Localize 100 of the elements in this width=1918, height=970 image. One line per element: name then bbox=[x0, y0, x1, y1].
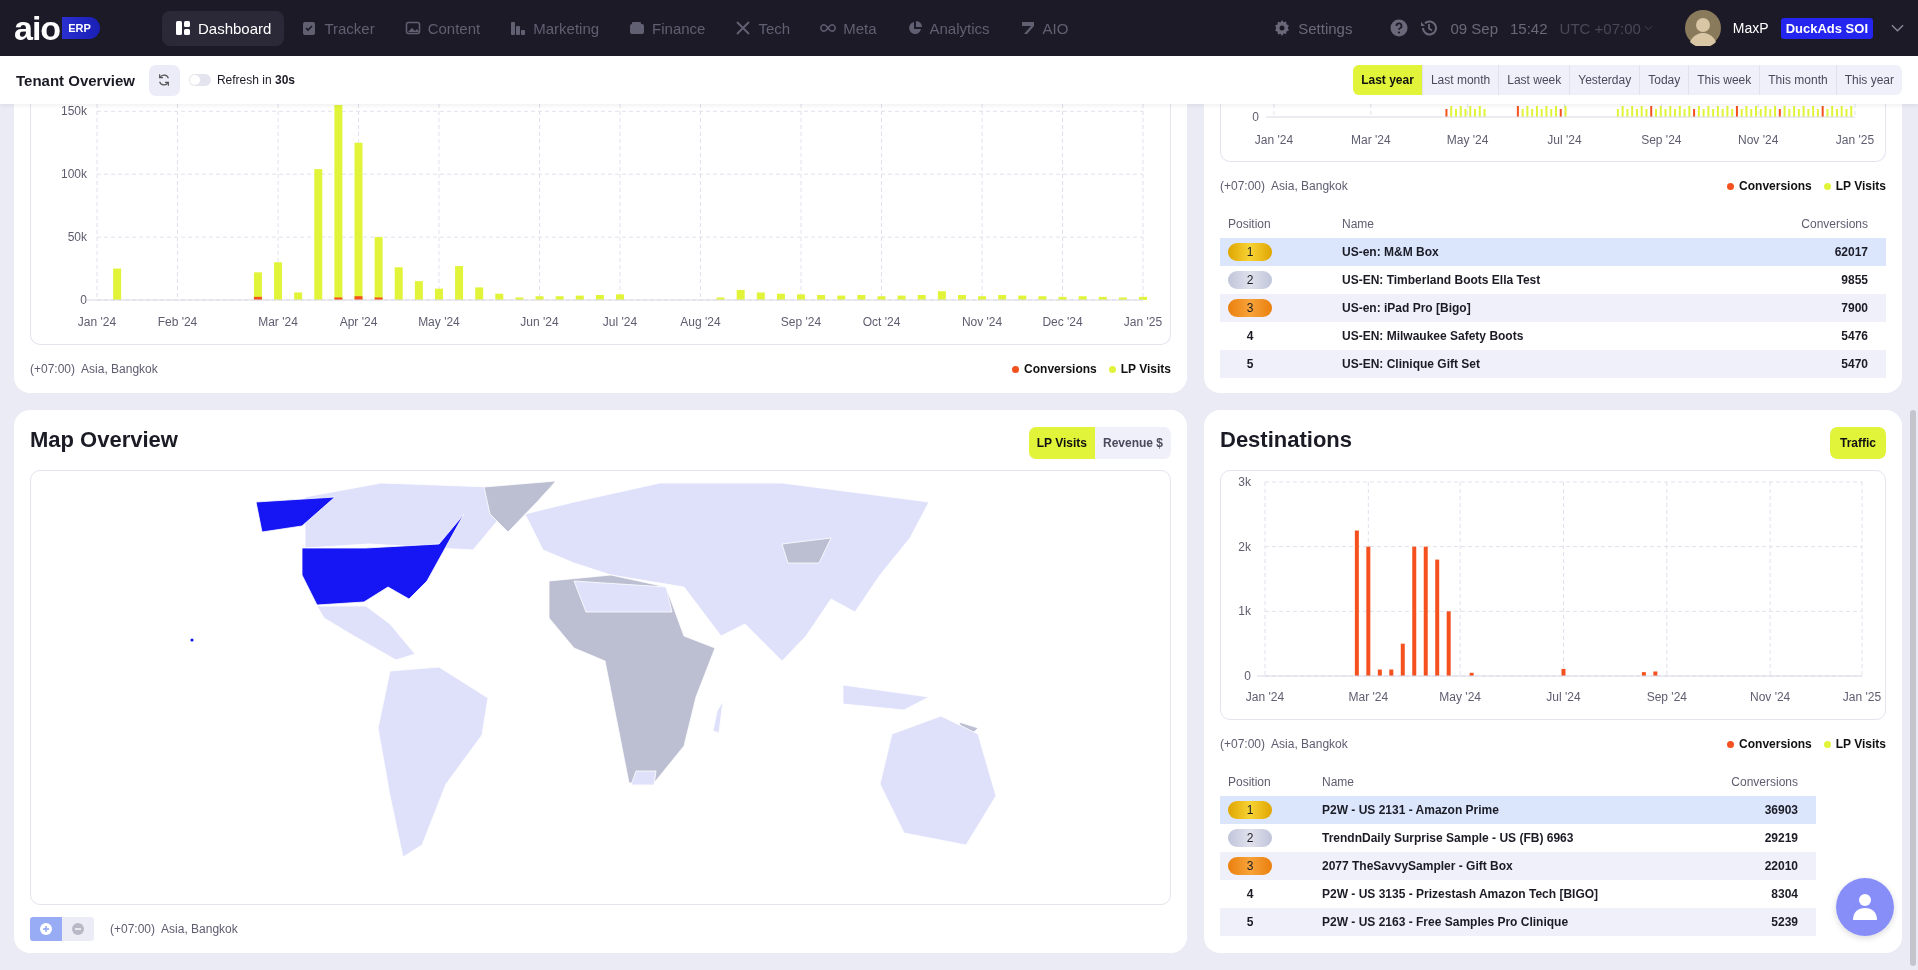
table-row[interactable]: 3 US-en: iPad Pro [Bigo] 7900 bbox=[1220, 294, 1886, 322]
offer-name: US-EN: Milwaukee Safety Boots bbox=[1342, 329, 1525, 343]
legend-label[interactable]: Conversions bbox=[1739, 179, 1812, 193]
y-axis-label: 1k bbox=[1238, 604, 1251, 619]
x-axis-label: Mar '24 bbox=[1348, 690, 1389, 704]
x-axis-label: Sep '24 bbox=[1646, 690, 1687, 704]
user-name: MaxP bbox=[1732, 20, 1769, 36]
x-axis-label: Jul '24 bbox=[1547, 133, 1582, 147]
x-axis-label: Jan '24 bbox=[1254, 133, 1294, 147]
offer-name: US-EN: Timberland Boots Ella Test bbox=[1342, 273, 1542, 287]
card-title: Destinations bbox=[1220, 427, 1353, 453]
logo[interactable]: aio bbox=[14, 11, 61, 45]
x-axis-label: Nov '24 bbox=[1738, 133, 1779, 147]
table-row[interactable]: 3 2077 TheSavvySampler - Gift Box 22010 bbox=[1220, 852, 1816, 880]
destination-name: TrendnDaily Surprise Sample - US (FB) 6963 bbox=[1322, 831, 1575, 845]
conversions-value: 29219 bbox=[1764, 831, 1798, 845]
refresh-countdown: Refresh in 30s bbox=[216, 73, 295, 87]
timezone-offset: (+07:00) bbox=[30, 362, 76, 376]
x-axis-label: May '24 bbox=[1446, 133, 1489, 147]
rank-number: 4 bbox=[1245, 886, 1255, 903]
legend-label[interactable]: LP Visits bbox=[1835, 737, 1886, 751]
column-header: Position bbox=[1227, 775, 1272, 789]
conversions-value: 22010 bbox=[1764, 859, 1798, 873]
timezone-location: Asia, Bangkok bbox=[81, 362, 158, 376]
table-row[interactable]: 1 P2W - US 2131 - Amazon Prime 36903 bbox=[1220, 796, 1816, 824]
x-axis-label: May '24 bbox=[418, 315, 460, 329]
table-row[interactable]: 1 US-en: M&M Box 62017 bbox=[1220, 238, 1886, 266]
date-range-tab[interactable]: Yesterday bbox=[1569, 65, 1640, 95]
x-axis-label: Dec '24 bbox=[1042, 315, 1083, 329]
date-range-tab[interactable]: This year bbox=[1835, 65, 1902, 95]
rank-number: 5 bbox=[1245, 914, 1255, 931]
x-axis-label: Sep '24 bbox=[1641, 133, 1682, 147]
table-row[interactable]: 5 US-EN: Clinique Gift Set 5470 bbox=[1220, 350, 1886, 378]
rank-badge: 1 bbox=[1228, 801, 1272, 819]
offer-name: US-EN: Clinique Gift Set bbox=[1342, 357, 1481, 371]
x-axis-label: Apr '24 bbox=[339, 315, 378, 329]
x-axis-label: Mar '24 bbox=[1351, 133, 1391, 147]
y-axis-label: 3k bbox=[1238, 475, 1251, 489]
conversions-value: 9855 bbox=[1841, 273, 1868, 287]
destination-name: P2W - US 2163 - Free Samples Pro Clinique bbox=[1322, 915, 1570, 929]
table-row[interactable]: 4 US-EN: Milwaukee Safety Boots 5476 bbox=[1220, 322, 1886, 350]
y-axis-label: 100k bbox=[60, 167, 87, 182]
y-axis-label: 0 bbox=[1244, 669, 1251, 683]
x-axis-label: Nov '24 bbox=[1750, 690, 1791, 704]
y-axis-label: 2k bbox=[1238, 539, 1251, 554]
y-axis-label: 150k bbox=[60, 104, 87, 119]
nav-tab[interactable]: Dashboard bbox=[162, 10, 285, 46]
column-header: Name bbox=[1322, 775, 1355, 789]
conversions-value: 5476 bbox=[1841, 329, 1868, 343]
card-title: Map Overview bbox=[30, 427, 178, 453]
timezone-location: Asia, Bangkok bbox=[1271, 737, 1348, 751]
date-range-tab[interactable]: Last month bbox=[1421, 65, 1499, 95]
legend-label[interactable]: Conversions bbox=[1024, 362, 1097, 376]
date-text: 09 Sep bbox=[1450, 19, 1498, 37]
table-row[interactable]: 2 US-EN: Timberland Boots Ella Test 9855 bbox=[1220, 266, 1886, 294]
column-header: Conversions bbox=[1801, 217, 1868, 231]
legend-label[interactable]: Conversions bbox=[1739, 737, 1812, 751]
x-axis-label: Oct '24 bbox=[862, 315, 901, 329]
offer-name: US-en: M&M Box bbox=[1342, 245, 1440, 259]
y-axis-label: 0 bbox=[1252, 110, 1259, 124]
x-axis-label: Nov '24 bbox=[961, 315, 1003, 329]
conversions-value: 8304 bbox=[1771, 887, 1798, 901]
x-axis-label: Jun '24 bbox=[520, 315, 559, 329]
conversions-value: 36903 bbox=[1764, 803, 1798, 817]
x-axis-label: Jul '24 bbox=[1546, 690, 1581, 704]
date-range-tab[interactable]: Last year bbox=[1353, 65, 1422, 95]
rank-number: 5 bbox=[1245, 356, 1255, 373]
date-range-tab[interactable]: This month bbox=[1759, 65, 1836, 95]
x-axis-label: May '24 bbox=[1439, 690, 1481, 704]
y-axis-label: 0 bbox=[80, 293, 87, 307]
x-axis-label: Sep '24 bbox=[780, 315, 822, 329]
column-header: Name bbox=[1342, 217, 1375, 231]
rank-badge: 2 bbox=[1228, 271, 1272, 289]
table-row[interactable]: 2 TrendnDaily Surprise Sample - US (FB) 6963 29219 bbox=[1220, 824, 1816, 852]
x-axis-label: Mar '24 bbox=[258, 315, 298, 329]
metric-toggle[interactable]: LP Visits bbox=[1028, 427, 1095, 459]
date-range-tab[interactable]: Last week bbox=[1498, 65, 1570, 95]
x-axis-label: Jul '24 bbox=[602, 315, 638, 329]
rank-badge: 2 bbox=[1228, 829, 1272, 847]
table-row[interactable]: 4 P2W - US 3135 - Prizestash Amazon Tech [BIGO] 8304 bbox=[1220, 880, 1816, 908]
destination-name: P2W - US 2131 - Amazon Prime bbox=[1322, 803, 1500, 817]
column-header: Position bbox=[1227, 217, 1272, 231]
date-range-tab[interactable]: Today bbox=[1639, 65, 1689, 95]
rank-badge: 3 bbox=[1228, 299, 1272, 317]
timezone-location: Asia, Bangkok bbox=[1271, 179, 1348, 193]
conversions-value: 5239 bbox=[1771, 915, 1798, 929]
x-axis-label: Jan '25 bbox=[1835, 133, 1875, 147]
destination-name: P2W - US 3135 - Prizestash Amazon Tech [BIGO] bbox=[1322, 887, 1600, 901]
x-axis-label: Jan '24 bbox=[77, 315, 117, 329]
date-range-tab[interactable]: This week bbox=[1688, 65, 1760, 95]
metric-toggle[interactable]: Traffic bbox=[1830, 427, 1886, 459]
legend-label[interactable]: LP Visits bbox=[1835, 179, 1886, 193]
table-row[interactable]: 5 P2W - US 2163 - Free Samples Pro Clinique 5239 bbox=[1220, 908, 1816, 936]
metric-toggle[interactable]: Revenue $ bbox=[1094, 427, 1171, 459]
legend-label[interactable]: LP Visits bbox=[1120, 362, 1171, 376]
timezone-offset: (+07:00) bbox=[1220, 737, 1266, 751]
x-axis-label: Jan '25 bbox=[1842, 690, 1882, 704]
column-header: Conversions bbox=[1731, 775, 1798, 789]
y-axis-label: 50k bbox=[67, 230, 87, 245]
conversions-value: 5470 bbox=[1841, 357, 1868, 371]
